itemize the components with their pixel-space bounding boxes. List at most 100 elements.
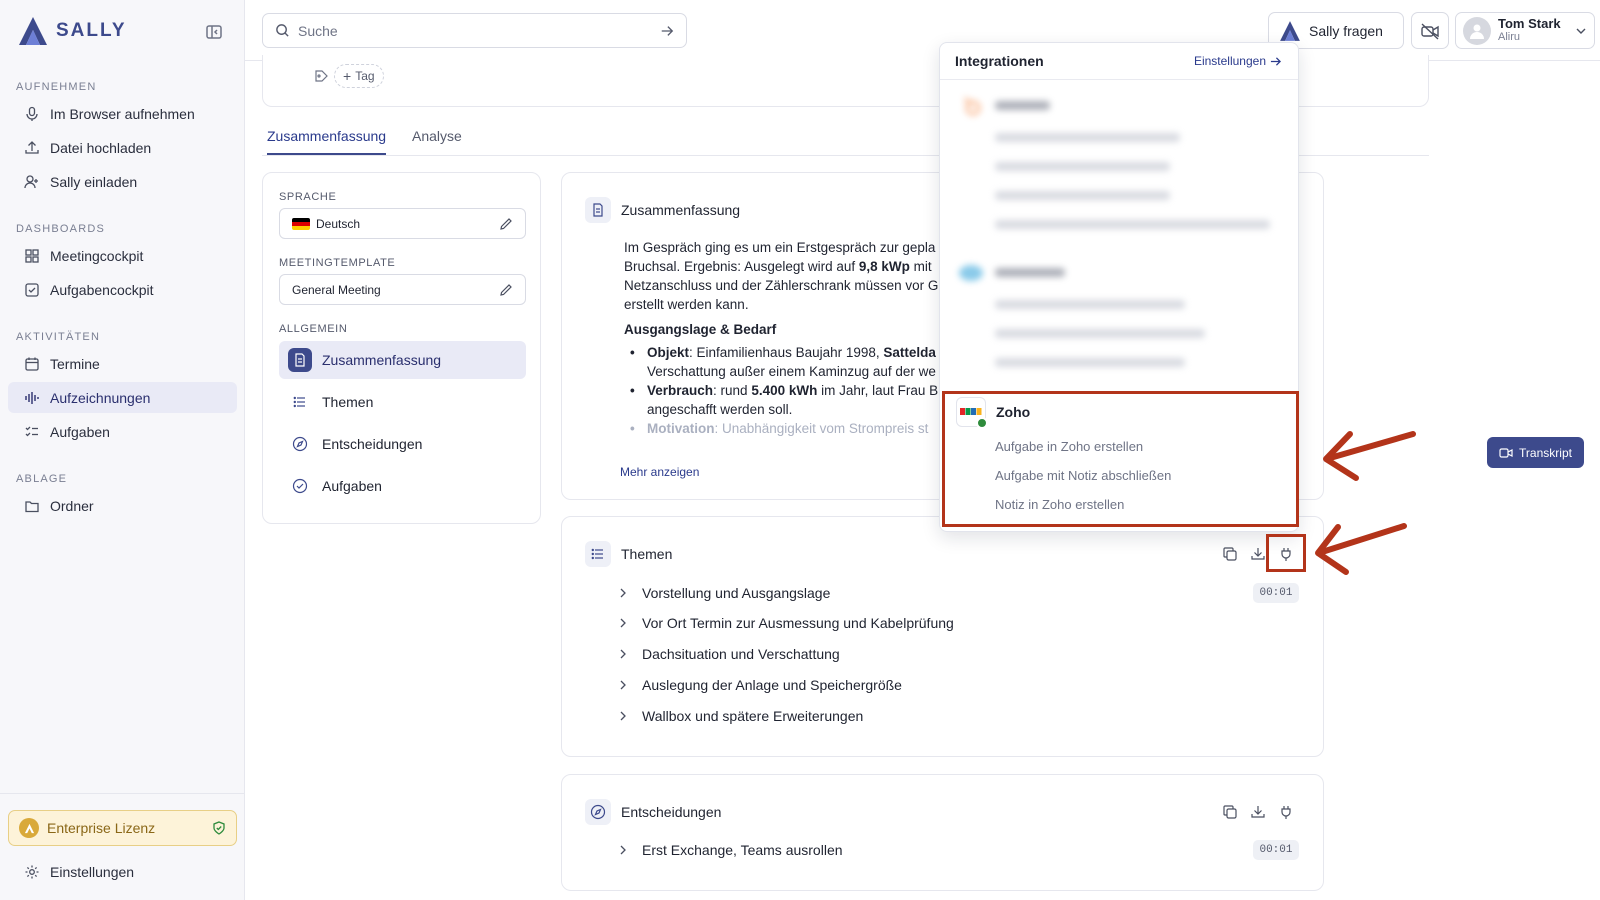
summary-text: Im Gespräch ging es um ein Erstgespräch …	[624, 238, 944, 438]
blurred-provider-salesforce	[940, 258, 1298, 378]
hubspot-logo-icon	[956, 91, 986, 121]
themes-card: Themen 00:01 Vorstellung und Ausgangslag…	[561, 516, 1324, 757]
section-title-aufnehmen: AUFNEHMEN	[16, 81, 97, 93]
compass-icon	[585, 799, 611, 825]
section-link-zusammenfassung[interactable]: Zusammenfassung	[279, 341, 526, 379]
folder-icon	[25, 500, 39, 512]
search-box[interactable]	[262, 13, 687, 48]
sidebar-item-termine[interactable]: Termine	[8, 348, 237, 379]
document-icon	[585, 197, 611, 223]
template-field[interactable]: General Meeting	[279, 274, 526, 305]
document-icon	[288, 348, 312, 372]
user-name: Tom Stark	[1498, 16, 1561, 31]
compass-icon	[288, 432, 312, 456]
checkbox-icon	[25, 282, 39, 297]
decisions-card: Entscheidungen 00:01 Erst Exchange, Team…	[561, 774, 1324, 891]
topic-item[interactable]: Wallbox und spätere Erweiterungen	[618, 704, 863, 728]
logo[interactable]: SALLY	[16, 14, 127, 48]
section-title-aktivitaeten: AKTIVITÄTEN	[16, 331, 101, 343]
list-item: Motivation: Unabhängigkeit vom Stromprei…	[624, 419, 944, 438]
search-input[interactable]	[298, 22, 652, 39]
copy-icon[interactable]	[1222, 804, 1238, 820]
sidebar-collapse-icon[interactable]	[204, 22, 224, 42]
avatar	[1463, 16, 1491, 45]
check-circle-icon	[288, 474, 312, 498]
download-icon[interactable]	[1250, 804, 1266, 820]
user-org: Aliru	[1498, 31, 1521, 43]
language-label: SPRACHE	[279, 191, 337, 203]
logo-text: SALLY	[56, 20, 127, 41]
section-title-dashboards: DASHBOARDS	[16, 223, 106, 235]
add-tag-button[interactable]: + Tag	[334, 64, 384, 88]
timestamp-badge[interactable]: 00:01	[1253, 583, 1299, 603]
tab-analyse[interactable]: Analyse	[412, 128, 462, 153]
search-icon	[276, 24, 289, 37]
chevron-right-icon	[620, 649, 626, 659]
topic-item[interactable]: Auslegung der Anlage und Speichergröße	[618, 673, 902, 697]
integrations-title: Integrationen	[955, 53, 1044, 69]
sidebar-item-aufzeichnungen[interactable]: Aufzeichnungen	[8, 382, 237, 413]
user-menu[interactable]: Tom Stark Aliru	[1455, 12, 1595, 49]
zoho-highlight-box	[942, 391, 1299, 527]
pencil-icon[interactable]	[499, 217, 513, 231]
timestamp-badge[interactable]: 00:01	[1253, 840, 1299, 860]
sidebar-item-ordner[interactable]: Ordner	[8, 490, 237, 521]
shield-check-icon	[213, 821, 225, 835]
upload-icon	[25, 140, 39, 154]
sidebar-item-meetingcockpit[interactable]: Meetingcockpit	[8, 240, 237, 271]
checklist-icon	[25, 426, 38, 436]
topic-item[interactable]: Vor Ort Termin zur Ausmessung und Kabelp…	[618, 611, 954, 635]
chevron-right-icon	[620, 845, 626, 855]
chevron-right-icon	[620, 711, 626, 721]
sidebar-item-upload[interactable]: Datei hochladen	[8, 132, 237, 163]
decisions-header: Entscheidungen	[585, 799, 721, 825]
copy-icon[interactable]	[1222, 546, 1238, 562]
camera-off-icon	[1421, 22, 1439, 40]
decisions-actions	[1222, 804, 1294, 820]
topic-item[interactable]: Vorstellung und Ausgangslage	[618, 581, 830, 605]
sidebar-item-invite[interactable]: Sally einladen	[8, 166, 237, 197]
list-icon	[288, 390, 312, 414]
camera-off-button[interactable]	[1411, 12, 1449, 49]
sections-panel: SPRACHE Deutsch MEETINGTEMPLATE General …	[262, 172, 541, 524]
germany-flag-icon	[292, 217, 310, 230]
tag-icon	[315, 70, 328, 82]
arrow-right-icon	[1270, 56, 1281, 66]
plug-icon[interactable]	[1278, 804, 1294, 820]
topic-item[interactable]: Dachsituation und Verschattung	[618, 642, 840, 666]
arrow-right-icon[interactable]	[660, 24, 674, 38]
tab-zusammenfassung[interactable]: Zusammenfassung	[267, 128, 387, 155]
sidebar-item-aufgaben[interactable]: Aufgaben	[8, 416, 237, 447]
sidebar-item-aufgabencockpit[interactable]: Aufgabencockpit	[8, 274, 237, 305]
sidebar-footer: Enterprise Lizenz Einstellungen	[0, 793, 245, 900]
section-title-ablage: ABLAGE	[16, 473, 68, 485]
general-label: ALLGEMEIN	[279, 323, 348, 335]
chevron-right-icon	[620, 588, 626, 598]
blurred-provider-hubspot	[940, 91, 1298, 241]
section-link-themen[interactable]: Themen	[279, 383, 526, 421]
user-plus-icon	[24, 174, 38, 188]
sidebar-item-browser-record[interactable]: Im Browser aufnehmen	[8, 98, 237, 129]
calendar-icon	[25, 357, 39, 371]
integrations-settings-link[interactable]: Einstellungen	[1194, 54, 1281, 68]
themes-header: Themen	[585, 541, 672, 567]
show-more-link[interactable]: Mehr anzeigen	[620, 465, 699, 479]
plug-highlight-box	[1266, 534, 1306, 572]
microphone-icon	[26, 106, 38, 121]
waveform-icon	[25, 391, 39, 404]
integrations-header: Integrationen Einstellungen	[940, 43, 1298, 80]
list-icon	[585, 541, 611, 567]
sally-logo-icon	[19, 17, 47, 45]
transcript-button[interactable]: Transkript	[1487, 437, 1584, 468]
license-badge[interactable]: Enterprise Lizenz	[8, 810, 237, 846]
summary-bullets: Objekt: Einfamilienhaus Baujahr 1998, Sa…	[624, 343, 944, 438]
salesforce-logo-icon	[956, 258, 986, 288]
sidebar-item-einstellungen[interactable]: Einstellungen	[8, 856, 237, 887]
section-link-aufgaben[interactable]: Aufgaben	[279, 467, 526, 505]
section-link-entscheidungen[interactable]: Entscheidungen	[279, 425, 526, 463]
chevron-right-icon	[620, 618, 626, 628]
pencil-icon[interactable]	[499, 283, 513, 297]
download-icon[interactable]	[1250, 546, 1266, 562]
decision-item[interactable]: Erst Exchange, Teams ausrollen	[618, 838, 843, 862]
language-field[interactable]: Deutsch	[279, 208, 526, 239]
